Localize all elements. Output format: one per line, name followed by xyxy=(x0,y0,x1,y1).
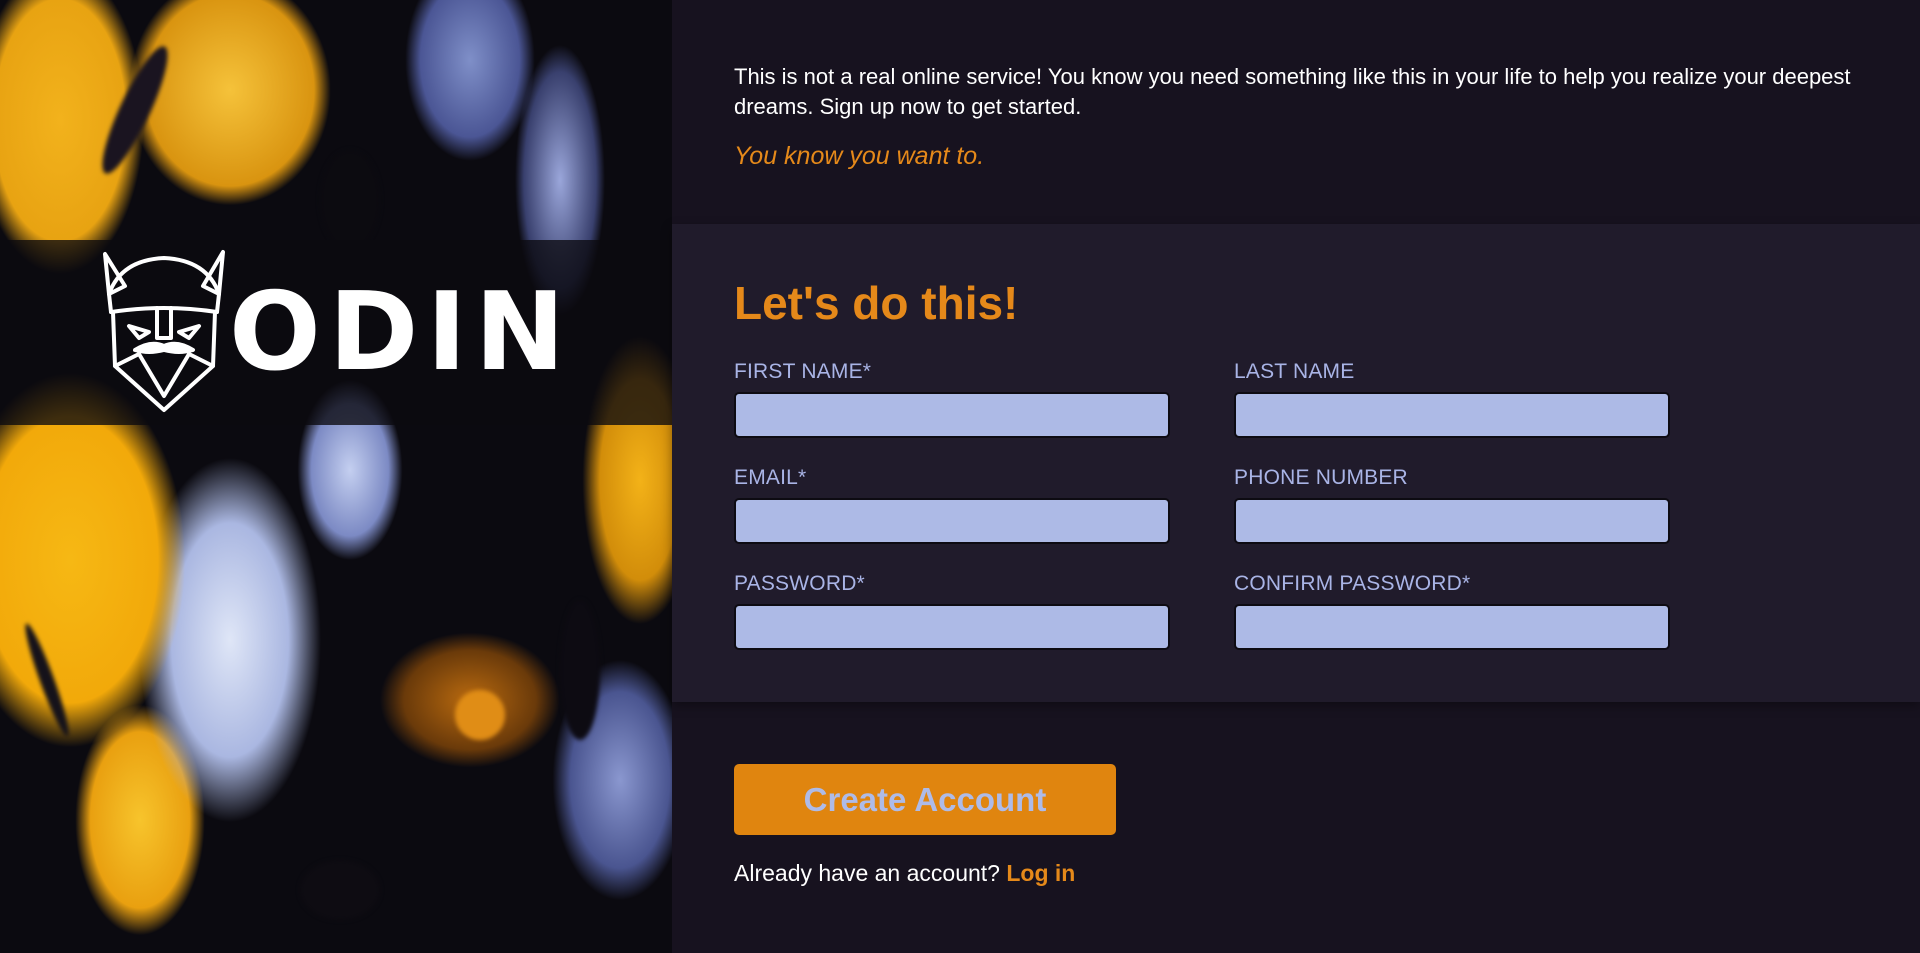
first-name-label: FIRST NAME* xyxy=(734,360,872,383)
login-prompt-text: Already have an account? xyxy=(734,860,1000,886)
logo: ODIN xyxy=(99,246,573,419)
first-name-input[interactable] xyxy=(734,392,1170,438)
password-input[interactable] xyxy=(734,604,1170,650)
logo-wordmark: ODIN xyxy=(228,269,574,395)
login-link[interactable]: Log in xyxy=(1006,860,1075,886)
signup-page: ODIN This is not a real online service! … xyxy=(0,0,1920,953)
confirm-password-field: CONFIRM PASSWORD* xyxy=(1234,572,1670,650)
intro-tagline: You know you want to. xyxy=(734,142,985,170)
email-field: EMAIL* xyxy=(734,466,1170,544)
email-input[interactable] xyxy=(734,498,1170,544)
last-name-field: LAST NAME xyxy=(1234,360,1670,438)
password-label: PASSWORD* xyxy=(734,572,865,595)
form-title: Let's do this! xyxy=(734,277,1019,329)
last-name-label: LAST NAME xyxy=(1234,360,1355,383)
create-account-button[interactable]: Create Account xyxy=(734,764,1116,835)
confirm-password-label: CONFIRM PASSWORD* xyxy=(1234,572,1471,595)
intro-text: This is not a real online service! You k… xyxy=(734,64,1851,119)
last-name-input[interactable] xyxy=(1234,392,1670,438)
phone-number-input[interactable] xyxy=(1234,498,1670,544)
logo-band: ODIN xyxy=(0,240,672,425)
main-content: This is not a real online service! You k… xyxy=(672,0,1920,953)
email-label: EMAIL* xyxy=(734,466,807,489)
password-field: PASSWORD* xyxy=(734,572,1170,650)
login-prompt: Already have an account? Log in xyxy=(734,860,1075,887)
viking-helmet-icon xyxy=(99,246,229,419)
first-name-field: FIRST NAME* xyxy=(734,360,1170,438)
intro-section: This is not a real online service! You k… xyxy=(734,62,1874,171)
confirm-password-input[interactable] xyxy=(1234,604,1670,650)
phone-number-field: PHONE NUMBER xyxy=(1234,466,1670,544)
signup-form-panel: Let's do this! FIRST NAME* LAST NAME EMA… xyxy=(672,224,1920,702)
background-art: ODIN xyxy=(0,0,672,953)
phone-number-label: PHONE NUMBER xyxy=(1234,466,1408,489)
